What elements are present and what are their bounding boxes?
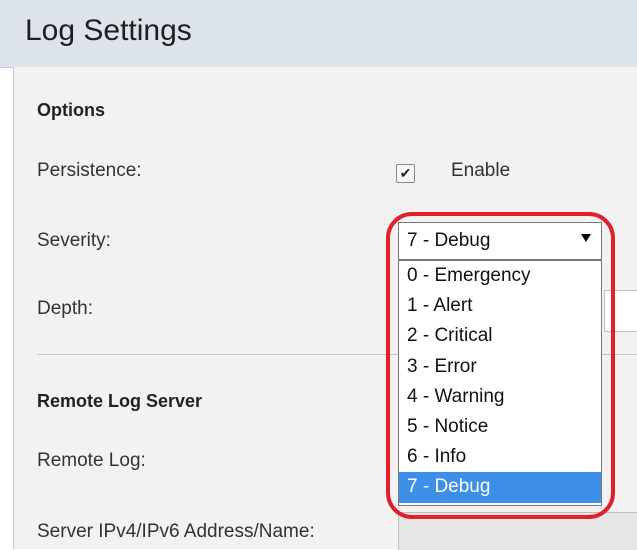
depth-input[interactable] [604, 290, 637, 332]
server-address-label: Server IPv4/IPv6 Address/Name: [37, 521, 315, 542]
dropdown-arrow-icon [581, 234, 591, 242]
options-section-title: Options [37, 100, 105, 120]
severity-option[interactable]: 4 - Warning [399, 382, 601, 412]
persistence-enable-checkbox[interactable]: ✔ [396, 164, 415, 183]
server-address-input[interactable] [398, 512, 637, 550]
severity-option[interactable]: 6 - Info [399, 442, 601, 472]
severity-label: Severity: [37, 230, 111, 251]
severity-option[interactable]: 5 - Notice [399, 412, 601, 442]
severity-select[interactable]: 7 - Debug [398, 222, 602, 260]
page-title: Log Settings [25, 14, 192, 47]
severity-selected-value: 7 - Debug [407, 230, 491, 251]
page-header: Log Settings [0, 0, 637, 68]
severity-option[interactable]: 3 - Error [399, 352, 601, 382]
persistence-label: Persistence: [37, 160, 142, 181]
checkmark-icon: ✔ [399, 165, 412, 181]
depth-label: Depth: [37, 298, 93, 319]
enable-label: Enable [451, 160, 511, 181]
remote-log-label: Remote Log: [37, 450, 146, 471]
severity-option[interactable]: 2 - Critical [399, 321, 601, 351]
severity-option-selected[interactable]: 7 - Debug [399, 472, 601, 503]
severity-option[interactable]: 1 - Alert [399, 291, 601, 321]
severity-dropdown-list: 0 - Emergency 1 - Alert 2 - Critical 3 -… [398, 260, 602, 506]
remote-log-server-section-title: Remote Log Server [37, 391, 203, 411]
severity-option[interactable]: 0 - Emergency [399, 261, 601, 291]
